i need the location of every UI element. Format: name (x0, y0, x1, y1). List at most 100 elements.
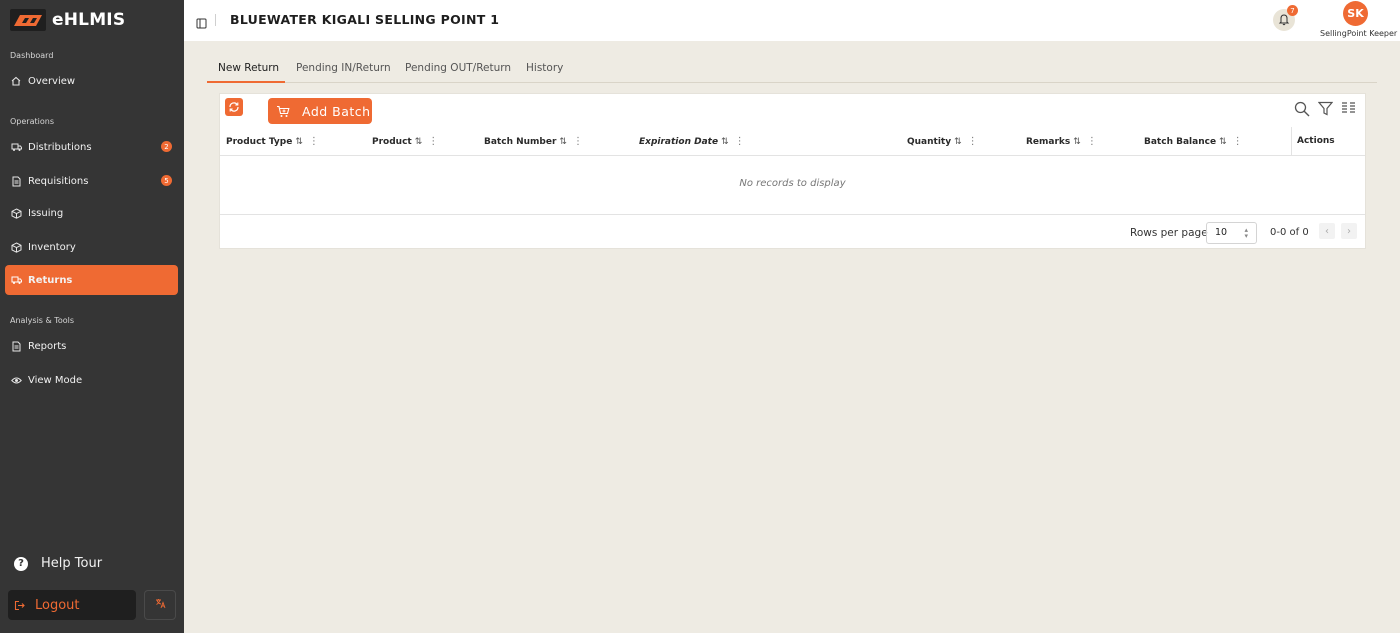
box-icon (10, 241, 22, 253)
sidebar-toggle-icon[interactable] (196, 14, 207, 33)
column-header-quantity[interactable]: Quantity ⇅ ⋮ (907, 136, 978, 147)
column-label: Batch Balance (1144, 136, 1217, 147)
home-icon (10, 75, 22, 87)
box-icon (10, 207, 22, 219)
sidebar-item-label: View Mode (28, 374, 83, 386)
sidebar-item-label: Returns (28, 274, 73, 286)
column-label: Batch Number (484, 136, 557, 147)
column-menu-icon[interactable]: ⋮ (573, 136, 583, 147)
brand: eHLMIS (10, 8, 125, 32)
table-header: Product Type ⇅ ⋮ Product ⇅ ⋮ Batch Numbe… (220, 127, 1365, 156)
column-header-product-type[interactable]: Product Type ⇅ ⋮ (226, 136, 319, 147)
brand-logo-icon (10, 9, 46, 31)
translate-icon (155, 598, 166, 612)
truck-icon (10, 274, 22, 286)
truck-icon (10, 141, 22, 153)
rows-per-page-select[interactable]: 10 ▴ ▾ (1206, 222, 1257, 244)
refresh-button[interactable] (225, 98, 243, 116)
column-menu-icon[interactable]: ⋮ (1087, 136, 1097, 147)
select-arrows-icon: ▴ ▾ (1244, 226, 1248, 240)
cart-plus-icon (276, 105, 290, 118)
header-divider (215, 14, 216, 26)
column-label: Actions (1297, 136, 1335, 146)
rows-per-page-label: Rows per page (1130, 227, 1208, 239)
column-label: Product (372, 136, 412, 147)
column-menu-icon[interactable]: ⋮ (428, 136, 438, 147)
column-header-expiration-date[interactable]: Expiration Date ⇅ ⋮ (639, 136, 745, 147)
previous-page-button[interactable]: ‹ (1319, 223, 1335, 239)
sort-icon[interactable]: ⇅ (295, 137, 303, 147)
tab-new-return[interactable]: New Return (218, 62, 279, 74)
sort-icon[interactable]: ⇅ (1073, 137, 1081, 147)
column-menu-icon[interactable]: ⋮ (735, 136, 745, 147)
sidebar-item-issuing[interactable]: Issuing (5, 198, 178, 228)
sidebar-item-label: Overview (28, 75, 76, 87)
empty-table-message: No records to display (739, 178, 846, 189)
rows-per-page-value: 10 (1215, 227, 1228, 238)
sidebar-item-label: Requisitions (28, 175, 89, 187)
tab-pending-in-return[interactable]: Pending IN/Return (296, 62, 391, 74)
filter-icon[interactable] (1318, 101, 1333, 116)
column-menu-icon[interactable]: ⋮ (1233, 136, 1243, 147)
column-header-product[interactable]: Product ⇅ ⋮ (372, 136, 438, 147)
sidebar-item-requisitions[interactable]: Requisitions 5 (5, 166, 178, 196)
document-icon (10, 175, 22, 187)
column-header-batch-number[interactable]: Batch Number ⇅ ⋮ (484, 136, 583, 147)
app-name: eHLMIS (52, 10, 126, 30)
section-title-operations: Operations (10, 117, 54, 126)
sort-icon[interactable]: ⇅ (415, 137, 423, 147)
sidebar-item-label: Inventory (28, 241, 76, 253)
sidebar-item-label: Issuing (28, 207, 64, 219)
next-page-button[interactable]: › (1341, 223, 1357, 239)
sidebar-item-label: Distributions (28, 141, 92, 153)
pagination-range: 0-0 of 0 (1270, 227, 1309, 238)
sidebar-item-inventory[interactable]: Inventory (5, 232, 178, 262)
returns-tabs: New Return Pending IN/Return Pending OUT… (207, 56, 1377, 83)
column-header-actions: Actions (1291, 127, 1365, 156)
logout-button[interactable]: Logout (8, 590, 136, 620)
eye-icon (10, 374, 22, 386)
help-tour-button[interactable]: ? Help Tour (14, 556, 102, 571)
sidebar-item-distributions[interactable]: Distributions 2 (5, 132, 178, 162)
refresh-icon (228, 98, 240, 117)
sort-icon[interactable]: ⇅ (559, 137, 567, 147)
sidebar-item-returns[interactable]: Returns (5, 265, 178, 295)
section-title-analysis: Analysis & Tools (10, 316, 74, 325)
column-label: Expiration Date (639, 136, 719, 147)
add-batch-label: Add Batch (302, 103, 371, 119)
add-batch-button[interactable]: Add Batch (268, 98, 372, 124)
language-button[interactable] (144, 590, 176, 620)
tab-history[interactable]: History (526, 62, 563, 74)
returns-table-panel: Add Batch Product Type ⇅ ⋮ Product ⇅ ⋮ B… (219, 93, 1366, 249)
columns-icon[interactable] (1341, 101, 1356, 114)
chevron-left-icon: ‹ (1325, 225, 1329, 237)
column-label: Remarks (1026, 136, 1071, 147)
sidebar-item-reports[interactable]: Reports (5, 331, 178, 361)
sort-icon[interactable]: ⇅ (954, 137, 962, 147)
tab-pending-out-return[interactable]: Pending OUT/Return (405, 62, 511, 74)
user-role: SellingPoint Keeper (1320, 29, 1398, 38)
column-label: Quantity (907, 136, 952, 147)
search-icon[interactable] (1294, 101, 1310, 117)
column-header-remarks[interactable]: Remarks ⇅ ⋮ (1026, 136, 1097, 147)
section-title-dashboard: Dashboard (10, 51, 54, 60)
column-menu-icon[interactable]: ⋮ (968, 136, 978, 147)
distributions-count-badge: 2 (161, 141, 172, 152)
active-tab-indicator (207, 81, 285, 83)
column-label: Product Type (226, 136, 293, 147)
column-header-batch-balance[interactable]: Batch Balance ⇅ ⋮ (1144, 136, 1243, 147)
table-pagination: Rows per page 10 ▴ ▾ 0-0 of 0 ‹ › (220, 214, 1365, 249)
help-tour-label: Help Tour (41, 556, 103, 571)
page-title: BLUEWATER KIGALI SELLING POINT 1 (230, 12, 500, 27)
notifications-count-badge: 7 (1287, 5, 1298, 16)
sort-icon[interactable]: ⇅ (721, 137, 729, 147)
sidebar-item-label: Reports (28, 340, 67, 352)
requisitions-count-badge: 5 (161, 175, 172, 186)
sidebar-item-overview[interactable]: Overview (5, 66, 178, 96)
column-menu-icon[interactable]: ⋮ (309, 136, 319, 147)
sort-icon[interactable]: ⇅ (1219, 137, 1227, 147)
top-header: BLUEWATER KIGALI SELLING POINT 1 7 SK Se… (184, 0, 1400, 41)
avatar[interactable]: SK (1343, 1, 1368, 26)
help-icon: ? (14, 556, 28, 571)
sidebar-item-view-mode[interactable]: View Mode (5, 365, 178, 395)
